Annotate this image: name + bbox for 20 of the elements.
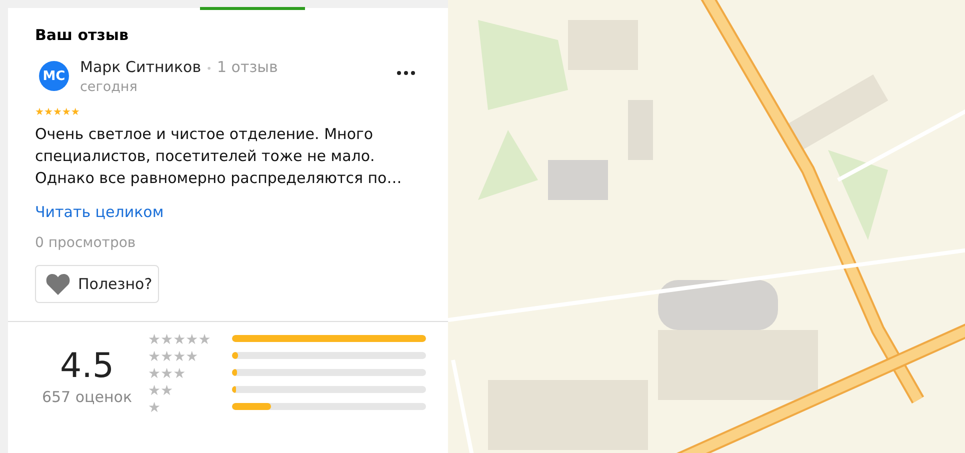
author-name[interactable]: Марк Ситников [80, 58, 202, 76]
star-category-label: ★★★★ [148, 350, 198, 364]
star-category-label: ★★ [148, 384, 174, 398]
review-date: сегодня [80, 79, 138, 95]
section-title: Ваш отзыв [35, 26, 130, 44]
useful-button[interactable]: Полезно? [35, 265, 160, 303]
separator-dot: • [206, 64, 212, 75]
rating-score: 4.5 [60, 346, 114, 386]
star-rating: ★★★★★ [35, 107, 81, 119]
star-category-label: ★★★★★ [148, 332, 211, 346]
avatar: МС [39, 61, 69, 91]
review-count: 1 отзыв [216, 58, 278, 76]
star-category-label: ★★★ [148, 366, 186, 380]
review-text: Очень светлое и чистое отделение. Много специалистов, посетителей тоже не мало. Однако все равномерно распределяются по… [35, 124, 403, 189]
heart-icon [45, 273, 71, 295]
views-count: 0 просмотров [35, 235, 137, 251]
ratings-count: 657 оценок [42, 388, 132, 406]
read-more-link[interactable]: Читать целиком [35, 203, 428, 221]
more-icon[interactable] [396, 70, 416, 76]
star-category-label: ★ [148, 400, 161, 414]
